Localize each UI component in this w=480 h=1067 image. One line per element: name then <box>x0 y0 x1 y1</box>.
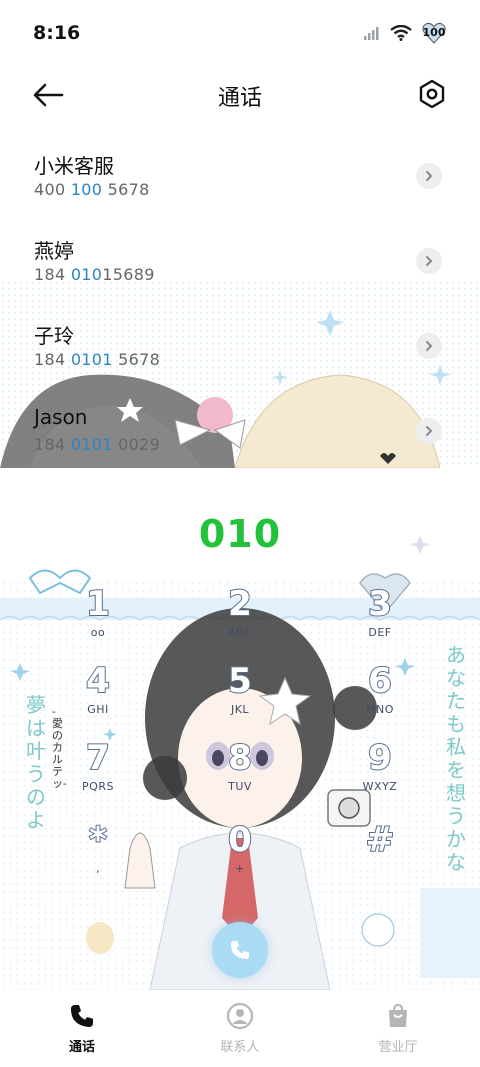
dial-key-hash[interactable]: # <box>325 819 435 900</box>
contact-name: 燕婷 <box>34 239 74 263</box>
phone-icon <box>231 941 249 959</box>
contact-row[interactable]: 燕婷 184 01015689 <box>0 215 480 300</box>
contact-number: 400 100 5678 <box>34 180 150 199</box>
bag-icon <box>389 1003 407 1027</box>
status-time: 8:16 <box>33 22 81 44</box>
dial-key-star[interactable]: * , <box>43 819 153 900</box>
gear-icon <box>419 79 445 109</box>
chevron-right-icon <box>426 171 433 181</box>
battery-icon: 100 <box>422 22 446 44</box>
chevron-right-icon <box>426 341 433 351</box>
contact-details-button[interactable] <box>416 248 442 274</box>
dialed-number: 010 <box>198 512 282 556</box>
battery-level: 100 <box>422 26 446 39</box>
call-button[interactable] <box>212 922 268 978</box>
dial-key-4[interactable]: 4 GHI <box>43 660 153 741</box>
dial-key-9[interactable]: 9 WXYZ <box>325 737 435 818</box>
contact-name: 子玲 <box>34 324 74 348</box>
contact-row[interactable]: Jason 184 0101 0029 <box>0 385 480 468</box>
dial-key-3[interactable]: 3 DEF <box>325 583 435 664</box>
person-icon <box>226 1002 254 1030</box>
settings-button[interactable] <box>416 78 448 110</box>
tab-contacts[interactable]: 联系人 <box>190 1002 290 1062</box>
dial-key-8[interactable]: 8 TUV <box>185 737 295 818</box>
chevron-right-icon <box>426 426 433 436</box>
header: 通话 <box>0 70 480 120</box>
contact-name: Jason <box>34 405 88 429</box>
tab-calls[interactable]: 通话 <box>32 1002 132 1062</box>
contact-number: 184 01015689 <box>34 265 155 284</box>
theme-text-right: あなたも私を想うかな <box>446 643 466 874</box>
contact-row[interactable]: 子玲 184 0101 5678 <box>0 300 480 385</box>
dial-key-1[interactable]: 1 oo <box>43 583 153 664</box>
bottom-tab-bar: 通话 联系人 营业厅 <box>0 990 480 1067</box>
status-bar: 8:16 100 <box>0 0 480 64</box>
recent-contacts-list: 小米客服 400 100 5678 燕婷 184 01015689 子玲 184… <box>0 130 480 468</box>
dial-key-5[interactable]: 5 JKL <box>185 660 295 741</box>
dial-key-7[interactable]: 7 PQRS <box>43 737 153 818</box>
contact-details-button[interactable] <box>416 163 442 189</box>
chevron-right-icon <box>426 256 433 266</box>
wifi-icon <box>390 25 412 41</box>
dialer-panel: 010 あなたも私を想うかな 夢は叶うのよ -愛のカルテッ- 1 oo 2 AB… <box>0 468 480 990</box>
phone-icon <box>71 1005 93 1027</box>
signal-icon <box>364 27 379 40</box>
contact-name: 小米客服 <box>34 154 114 178</box>
contact-details-button[interactable] <box>416 418 442 444</box>
page-title: 通话 <box>217 86 262 111</box>
tab-service-hall[interactable]: 营业厅 <box>348 1002 448 1062</box>
contact-number: 184 0101 0029 <box>34 435 161 454</box>
contact-details-button[interactable] <box>416 333 442 359</box>
dial-key-0[interactable]: 0 + <box>185 819 295 900</box>
dial-key-2[interactable]: 2 ABC <box>185 583 295 664</box>
contact-number: 184 0101 5678 <box>34 350 161 369</box>
dial-key-6[interactable]: 6 MNO <box>325 660 435 741</box>
status-icons: 100 <box>364 22 446 44</box>
contact-row[interactable]: 小米客服 400 100 5678 <box>0 130 480 215</box>
